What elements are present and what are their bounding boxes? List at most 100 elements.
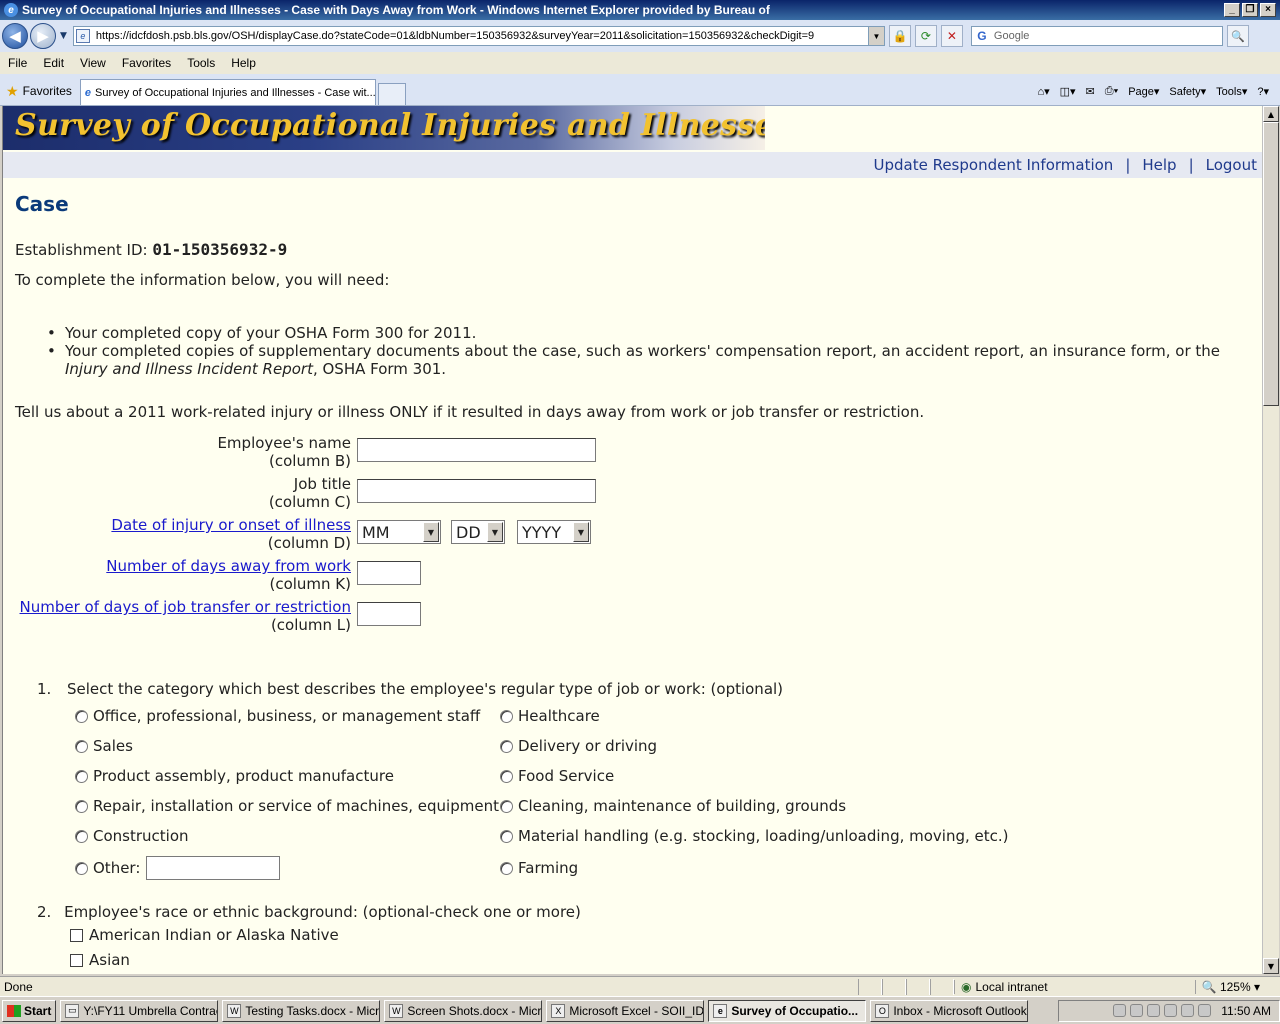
clock[interactable]: 11:50 AM <box>1221 1004 1271 1018</box>
employee-name-label: Employee's name (column B) <box>217 434 351 470</box>
update-respondent-link[interactable]: Update Respondent Information <box>873 156 1113 174</box>
address-bar[interactable]: e https://idcfdosh.psb.bls.gov/OSH/displ… <box>72 26 885 46</box>
requirements-intro: To complete the information below, you w… <box>15 271 390 289</box>
window-title: Survey of Occupational Injuries and Illn… <box>22 3 770 17</box>
race-checkbox[interactable]: Asian <box>70 951 130 969</box>
tab-bar: ★ Favorites e Survey of Occupational Inj… <box>0 74 1280 106</box>
status-bar: Done ◉ Local intranet 🔍 125% ▾ <box>0 976 1280 996</box>
tray-icon[interactable] <box>1147 1004 1161 1017</box>
banner-title: Survey of Occupational Injuries and Illn… <box>15 108 765 143</box>
establishment-label: Establishment ID: <box>15 241 148 259</box>
scroll-down-icon[interactable]: ▼ <box>1263 958 1279 974</box>
menu-help[interactable]: Help <box>223 56 264 70</box>
days-away-link[interactable]: Number of days away from work <box>106 557 351 575</box>
windows-logo-icon <box>7 1004 21 1017</box>
job-category-radio[interactable]: Farming <box>500 859 578 877</box>
menu-tools[interactable]: Tools <box>179 56 223 70</box>
job-category-radio[interactable]: Food Service <box>500 767 614 785</box>
home-icon[interactable]: ⌂▾ <box>1034 85 1052 98</box>
taskbar-item[interactable]: W Testing Tasks.docx - Micr... <box>222 999 381 1022</box>
taskbar-item[interactable]: X Microsoft Excel - SOII_ID... <box>546 999 705 1022</box>
taskbar-item-active[interactable]: e Survey of Occupatio... <box>708 999 867 1022</box>
history-dropdown-icon[interactable]: ▼ <box>60 31 67 41</box>
address-dropdown-icon[interactable]: ▼ <box>867 27 884 45</box>
tray-icon[interactable] <box>1113 1004 1127 1017</box>
job-category-radio[interactable]: Office, professional, business, or manag… <box>75 707 480 725</box>
zoom-level[interactable]: 🔍 125% ▾ <box>1194 979 1280 994</box>
year-select[interactable]: YYYY ▼ <box>517 520 591 544</box>
refresh-icon[interactable]: ⟳ <box>914 25 937 47</box>
other-input[interactable] <box>146 856 281 880</box>
tray-icon[interactable] <box>1164 1004 1178 1017</box>
search-input[interactable]: G Google <box>970 26 1223 46</box>
favorites-label: Favorites <box>22 84 72 98</box>
establishment-id: 01-150356932-9 <box>152 240 288 259</box>
days-away-input[interactable] <box>357 561 421 585</box>
nav-separator: | <box>1188 156 1194 174</box>
employee-name-row: Employee's name (column B) <box>3 434 703 474</box>
date-of-injury-link[interactable]: Date of injury or onset of illness <box>111 516 351 534</box>
search-icon[interactable]: 🔍 <box>1226 25 1249 47</box>
system-tray: 11:50 AM <box>1058 999 1280 1022</box>
job-title-input[interactable] <box>357 479 596 503</box>
job-category-radio[interactable]: Material handling (e.g. stocking, loadin… <box>500 827 1009 845</box>
page-menu[interactable]: Page▾ <box>1125 85 1162 98</box>
taskbar-item[interactable]: O Inbox - Microsoft Outlook <box>870 999 1029 1022</box>
tray-icon[interactable] <box>1130 1004 1144 1017</box>
establishment-id-line: Establishment ID: 01-150356932-9 <box>15 240 287 259</box>
job-category-radio[interactable]: Delivery or driving <box>500 737 657 755</box>
favorites-button[interactable]: ★ Favorites <box>0 77 80 105</box>
help-icon[interactable]: ?▾ <box>1254 85 1272 98</box>
job-category-radio[interactable]: Cleaning, maintenance of building, groun… <box>500 797 846 815</box>
day-select[interactable]: DD ▼ <box>451 520 505 544</box>
nav-separator: | <box>1125 156 1131 174</box>
taskbar-item[interactable]: W Screen Shots.docx - Micr... <box>384 999 543 1022</box>
job-title-label: Job title (column C) <box>268 475 351 511</box>
start-button[interactable]: Start <box>2 999 57 1022</box>
days-transfer-row: Number of days of job transfer or restri… <box>3 598 703 638</box>
tools-menu[interactable]: Tools▾ <box>1213 85 1250 98</box>
taskbar-item[interactable]: ▭ Y:\FY11 Umbrella Contract <box>60 999 219 1022</box>
new-tab-button[interactable] <box>377 83 406 105</box>
help-link[interactable]: Help <box>1142 156 1176 174</box>
job-category-radio[interactable]: Sales <box>75 737 133 755</box>
tab-active[interactable]: e Survey of Occupational Injuries and Il… <box>79 79 376 105</box>
scroll-thumb[interactable] <box>1263 122 1279 406</box>
scroll-up-icon[interactable]: ▲ <box>1263 106 1279 122</box>
search-placeholder: Google <box>993 30 1030 42</box>
tray-icon[interactable] <box>1181 1004 1195 1017</box>
job-category-radio[interactable]: Repair, installation or service of machi… <box>75 797 499 815</box>
menu-favorites[interactable]: Favorites <box>114 56 179 70</box>
days-transfer-input[interactable] <box>357 602 421 626</box>
month-select[interactable]: MM ▼ <box>357 520 441 544</box>
close-button[interactable]: × <box>1260 3 1276 17</box>
stop-icon[interactable]: ✕ <box>940 25 963 47</box>
mail-icon[interactable]: ✉ <box>1083 85 1098 98</box>
job-category-radio[interactable]: Product assembly, product manufacture <box>75 767 394 785</box>
minimize-button[interactable]: _ <box>1224 3 1240 17</box>
question-number: 1. <box>37 680 52 698</box>
menu-file[interactable]: File <box>0 56 35 70</box>
job-category-radio[interactable]: Healthcare <box>500 707 600 725</box>
employee-name-input[interactable] <box>357 438 596 462</box>
question-number: 2. <box>37 903 52 921</box>
vertical-scrollbar[interactable]: ▲ ▼ <box>1262 106 1279 974</box>
print-icon[interactable]: ⎙▾ <box>1102 85 1121 98</box>
chevron-down-icon: ▼ <box>423 522 439 542</box>
menu-edit[interactable]: Edit <box>35 56 72 70</box>
back-button[interactable]: ◀ <box>2 23 28 49</box>
menu-view[interactable]: View <box>72 56 114 70</box>
question-2: 2. Employee's race or ethnic background:… <box>37 903 581 921</box>
logout-link[interactable]: Logout <box>1206 156 1257 174</box>
restore-button[interactable]: ❐ <box>1242 3 1258 17</box>
forward-button[interactable]: ▶ <box>30 23 56 49</box>
safety-menu[interactable]: Safety▾ <box>1166 85 1209 98</box>
url-text[interactable]: https://idcfdosh.psb.bls.gov/OSH/display… <box>96 30 868 42</box>
job-category-radio[interactable]: Construction <box>75 827 189 845</box>
days-transfer-link[interactable]: Number of days of job transfer or restri… <box>20 598 351 616</box>
tray-icon[interactable] <box>1198 1004 1212 1017</box>
job-category-radio-other[interactable]: Other: <box>75 856 281 880</box>
feeds-icon[interactable]: ◫▾ <box>1057 85 1079 98</box>
lock-icon[interactable]: 🔒 <box>888 25 911 47</box>
race-checkbox[interactable]: American Indian or Alaska Native <box>70 926 339 944</box>
